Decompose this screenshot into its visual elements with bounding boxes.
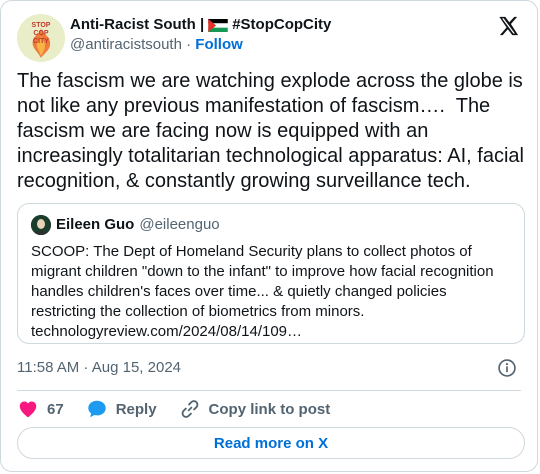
heart-icon <box>19 401 37 418</box>
reply-label: Reply <box>115 400 157 418</box>
read-more-button[interactable]: Read more on X <box>17 427 525 459</box>
avatar-text-city: CITY <box>33 38 49 45</box>
x-logo-icon[interactable] <box>497 15 519 37</box>
reply-button[interactable]: Reply <box>86 398 157 420</box>
avatar-text-stop: STOP <box>32 22 51 29</box>
quoted-post-header: Eileen Guo @eileenguo <box>31 215 220 235</box>
author-names: Anti-Racist South | #StopCopCity @antira… <box>70 16 331 55</box>
actions-divider <box>17 390 521 391</box>
author-handle-row: @antiracistsouth · Follow <box>70 35 331 55</box>
quoted-author-handle[interactable]: @eileenguo <box>139 215 219 235</box>
author-display-name-row[interactable]: Anti-Racist South | #StopCopCity <box>70 16 331 34</box>
quoted-author-avatar[interactable] <box>31 215 51 235</box>
info-icon[interactable] <box>497 358 517 378</box>
author-handle[interactable]: @antiracistsouth <box>70 36 182 53</box>
quoted-author-name[interactable]: Eileen Guo <box>56 215 134 235</box>
quoted-post-text: SCOOP: The Dept of Homeland Security pla… <box>31 243 494 340</box>
post-timestamp[interactable]: 11:58 AM · Aug 15, 2024 <box>17 358 181 378</box>
post-header: STOP COP CITY Anti-Racist South | #StopC… <box>17 13 521 62</box>
author-hashtag[interactable]: #StopCopCity <box>232 16 331 34</box>
link-icon <box>181 400 198 418</box>
follow-button[interactable]: Follow <box>195 36 243 53</box>
post-text: The fascism we are watching explode acro… <box>17 70 530 192</box>
avatar-text-cop: COP <box>33 30 49 37</box>
speech-bubble-icon <box>87 400 106 418</box>
quoted-post[interactable]: Eileen Guo @eileenguo SCOOP: The Dept of… <box>17 203 525 344</box>
copy-link-button[interactable]: Copy link to post <box>179 398 331 420</box>
author-avatar[interactable]: STOP COP CITY <box>17 14 65 62</box>
handle-separator: · <box>186 36 192 53</box>
post-actions: 67 Reply Copy link to post <box>17 397 352 421</box>
copy-link-label: Copy link to post <box>208 400 331 418</box>
like-count: 67 <box>47 400 64 418</box>
palestine-flag-icon <box>208 18 228 32</box>
author-display-name[interactable]: Anti-Racist South | <box>70 16 204 34</box>
like-button[interactable]: 67 <box>17 398 64 420</box>
embedded-post-card: STOP COP CITY Anti-Racist South | #StopC… <box>0 0 538 472</box>
